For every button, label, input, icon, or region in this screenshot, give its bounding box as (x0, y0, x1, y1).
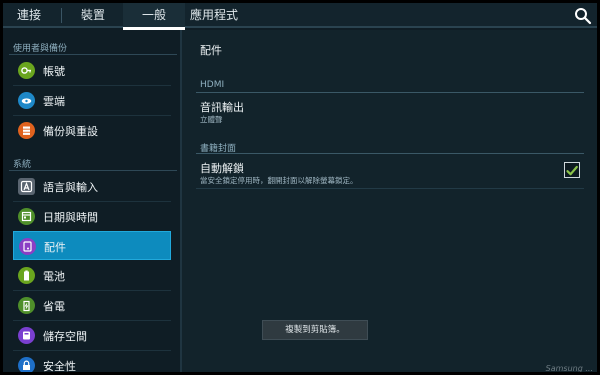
section-divider (196, 153, 584, 154)
sidebar-section-users-backup: 使用者與備份 (13, 44, 68, 54)
audio-output-setting[interactable]: 音訊輸出 立體聲 (182, 94, 597, 124)
sidebar-item-language-input[interactable]: 語言與輸入 (13, 172, 171, 201)
tab-device[interactable]: 裝置 (65, 3, 121, 28)
battery-icon (18, 267, 35, 284)
search-icon (575, 8, 592, 25)
power-saving-icon (18, 297, 35, 314)
audio-output-value: 立體聲 (200, 115, 223, 124)
section-divider (196, 92, 584, 93)
sidebar-item-date-time[interactable]: 日期與時間 (13, 202, 171, 231)
cloud-icon (18, 92, 35, 109)
language-icon (18, 178, 35, 195)
auto-unlock-description: 當安全鎖定停用時，翻開封面以解除螢幕鎖定。 (200, 176, 358, 185)
sidebar-item-label: 帳號 (43, 65, 65, 78)
tab-bar: 連接 裝置 一般 應用程式 (3, 3, 597, 30)
sidebar-item-label: 備份與重設 (43, 125, 98, 138)
sidebar-item-cloud[interactable]: 雲端 (13, 86, 171, 115)
sidebar-item-security[interactable]: 安全性 (13, 351, 171, 372)
checkmark-icon (566, 165, 578, 176)
tab-applications[interactable]: 應用程式 (185, 3, 243, 28)
sidebar-item-power-saving[interactable]: 省電 (13, 291, 171, 320)
sidebar-item-label: 省電 (43, 300, 65, 313)
sidebar-item-label: 電池 (43, 270, 65, 283)
lock-icon (18, 357, 35, 372)
auto-unlock-checkbox[interactable] (564, 162, 580, 178)
backup-icon (18, 122, 35, 139)
sidebar-item-label: 語言與輸入 (43, 181, 98, 194)
section-divider (9, 54, 177, 55)
tab-divider (61, 8, 62, 23)
row-divider (196, 188, 584, 189)
toast-message: 複製到剪貼簿。 (262, 320, 368, 340)
sidebar-item-label: 日期與時間 (43, 211, 98, 224)
accessories-detail-panel: 配件 HDMI 音訊輸出 立體聲 書籍封面 自動解鎖 當安全鎖定停用時，翻開封面… (182, 30, 597, 372)
settings-sidebar: 使用者與備份 帳號 雲端 備份與重設 系統 語言與輸入 日期與時間 配件 電池 … (3, 30, 181, 372)
sidebar-item-battery[interactable]: 電池 (13, 261, 171, 290)
audio-output-title: 音訊輸出 (200, 101, 244, 114)
sidebar-item-storage[interactable]: 儲存空間 (13, 321, 171, 350)
tab-connections[interactable]: 連接 (3, 3, 55, 28)
storage-icon (18, 327, 35, 344)
sidebar-item-label: 安全性 (43, 360, 76, 372)
sidebar-item-label: 配件 (44, 241, 66, 254)
auto-unlock-setting[interactable]: 自動解鎖 當安全鎖定停用時，翻開封面以解除螢幕鎖定。 (182, 155, 597, 187)
page-title: 配件 (200, 44, 222, 57)
hdmi-section-header: HDMI (200, 80, 225, 90)
sidebar-section-system: 系統 (13, 160, 32, 170)
tab-general[interactable]: 一般 (123, 3, 185, 30)
search-button[interactable] (573, 6, 593, 26)
sidebar-item-backup-reset[interactable]: 備份與重設 (13, 116, 171, 145)
sidebar-item-label: 雲端 (43, 95, 65, 108)
sidebar-item-accounts[interactable]: 帳號 (13, 56, 171, 85)
watermark: Samsung ... (545, 364, 593, 372)
sidebar-item-label: 儲存空間 (43, 330, 87, 343)
auto-unlock-title: 自動解鎖 (200, 162, 244, 175)
key-icon (18, 62, 35, 79)
settings-window: 連接 裝置 一般 應用程式 使用者與備份 帳號 雲端 備份與重設 系統 語言與輸… (3, 3, 597, 372)
calendar-icon (18, 208, 35, 225)
accessory-icon (19, 238, 36, 255)
section-divider (9, 170, 177, 171)
sidebar-item-accessories[interactable]: 配件 (13, 231, 171, 260)
